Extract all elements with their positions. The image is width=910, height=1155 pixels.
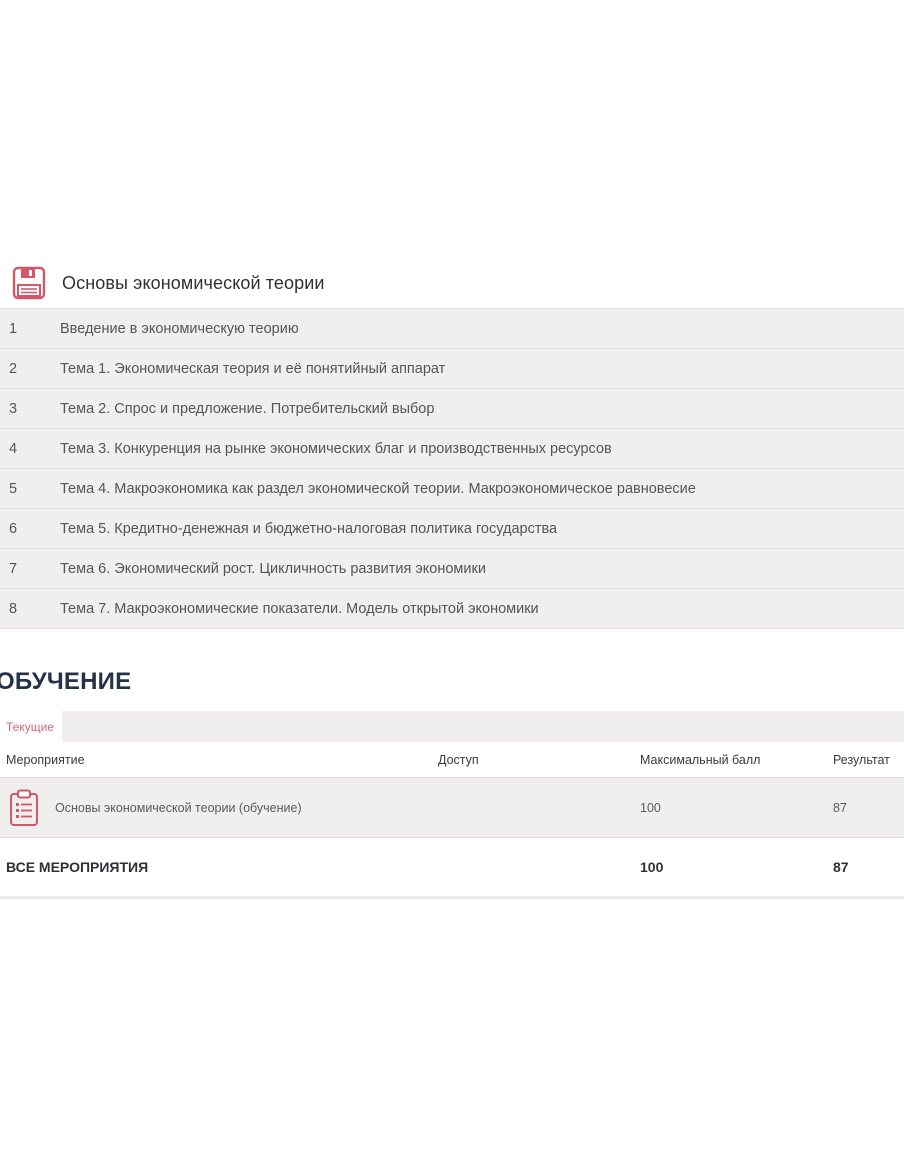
column-header-max-score: Максимальный балл	[640, 742, 833, 778]
topic-number: 4	[9, 440, 18, 457]
topic-row[interactable]: 8 Тема 7. Макроэкономические показатели.…	[0, 589, 904, 629]
access-cell	[438, 777, 640, 838]
topic-row[interactable]: 7 Тема 6. Экономический рост. Цикличност…	[0, 549, 904, 589]
floppy-disk-icon	[12, 265, 46, 301]
table-header-row: Мероприятие Доступ Максимальный балл Рез…	[0, 742, 904, 778]
topic-row[interactable]: 4 Тема 3. Конкуренция на рынке экономиче…	[0, 429, 904, 469]
section-title-training: ОБУЧЕНИЕ	[0, 668, 132, 695]
tab-current[interactable]: Текущие	[0, 711, 62, 742]
table-total-row: ВСЕ МЕРОПРИЯТИЯ 100 87	[0, 837, 904, 899]
course-header: Основы экономической теории	[0, 258, 904, 308]
topic-number: 2	[9, 360, 18, 377]
topic-number: 8	[9, 600, 18, 617]
topic-row[interactable]: 1 Введение в экономическую теорию	[0, 309, 904, 349]
total-result: 87	[833, 837, 904, 899]
tab-bar: Текущие	[0, 711, 904, 742]
topic-title[interactable]: Тема 6. Экономический рост. Цикличность …	[60, 561, 904, 577]
topic-title[interactable]: Тема 4. Макроэкономика как раздел эконом…	[60, 481, 904, 497]
column-header-access: Доступ	[438, 742, 640, 778]
max-score-cell: 100	[640, 777, 833, 838]
topic-title[interactable]: Тема 7. Макроэкономические показатели. М…	[60, 601, 904, 617]
topic-list: 1 Введение в экономическую теорию 2 Тема…	[0, 308, 904, 629]
table-row[interactable]: Основы экономической теории (обучение) 1…	[0, 777, 904, 838]
topic-title[interactable]: Тема 3. Конкуренция на рынке экономическ…	[60, 441, 904, 457]
topic-number: 1	[9, 320, 18, 337]
total-label: ВСЕ МЕРОПРИЯТИЯ	[0, 837, 438, 899]
event-cell: Основы экономической теории (обучение)	[0, 777, 438, 838]
topic-title[interactable]: Тема 5. Кредитно-денежная и бюджетно-нал…	[60, 521, 904, 537]
column-header-event: Мероприятие	[0, 742, 438, 778]
topic-row[interactable]: 3 Тема 2. Спрос и предложение. Потребите…	[0, 389, 904, 429]
course-title: Основы экономической теории	[62, 272, 325, 293]
clipboard-list-icon	[9, 789, 39, 827]
course-block: Основы экономической теории 1 Введение в…	[0, 258, 904, 629]
topic-number: 7	[9, 560, 18, 577]
events-table: Мероприятие Доступ Максимальный балл Рез…	[0, 742, 904, 899]
topic-row[interactable]: 5 Тема 4. Макроэкономика как раздел экон…	[0, 469, 904, 509]
topic-title[interactable]: Введение в экономическую теорию	[60, 321, 904, 337]
total-access-cell	[438, 837, 640, 899]
total-max-score: 100	[640, 837, 833, 899]
topic-title[interactable]: Тема 2. Спрос и предложение. Потребитель…	[60, 401, 904, 417]
topic-row[interactable]: 2 Тема 1. Экономическая теория и её поня…	[0, 349, 904, 389]
topic-number: 5	[9, 480, 18, 497]
event-name-link[interactable]: Основы экономической теории (обучение)	[55, 801, 302, 815]
topic-row[interactable]: 6 Тема 5. Кредитно-денежная и бюджетно-н…	[0, 509, 904, 549]
topic-number: 3	[9, 400, 18, 417]
topic-number: 6	[9, 520, 18, 537]
topic-title[interactable]: Тема 1. Экономическая теория и её поняти…	[60, 361, 904, 377]
column-header-result: Результат	[833, 742, 904, 778]
result-cell: 87	[833, 777, 904, 838]
